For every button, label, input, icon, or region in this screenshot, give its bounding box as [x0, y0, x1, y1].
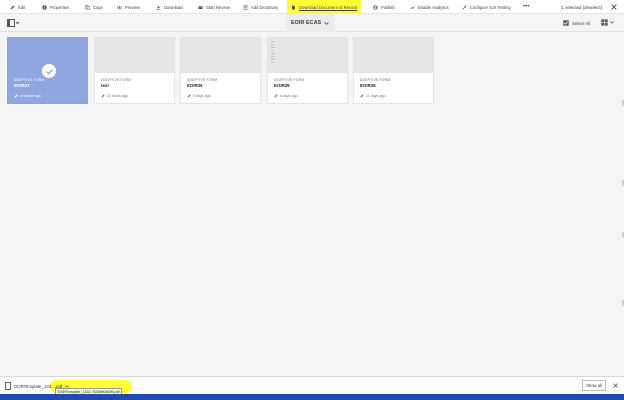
card-modified: 22 hours ago: [101, 94, 168, 98]
card-modified: 5 days ago: [187, 94, 254, 98]
card-modified-time: 22 hours ago: [107, 94, 128, 98]
copy-action-label: Copy: [93, 4, 103, 10]
close-icon: [612, 382, 618, 388]
enable-analytics-action[interactable]: Enable Analytics: [410, 0, 449, 14]
card-title: EOIR28: [360, 83, 376, 88]
publish-action-label: Publish: [381, 4, 395, 10]
publish-action[interactable]: Publish: [373, 0, 395, 14]
card-type: ADAPTIVE FORM: [274, 78, 305, 82]
download-action-label: Download: [164, 4, 183, 10]
card-modified: 11 days ago: [360, 94, 427, 98]
dictionary-icon: [243, 4, 248, 10]
asset-card-test[interactable]: ADAPTIVE FORM test 22 hours ago: [94, 37, 175, 104]
sidebar-toggle-icon: [7, 19, 19, 27]
card-title: EOIR29: [274, 83, 290, 88]
card-modified-time: 5 days ago: [193, 94, 211, 98]
card-title: EOIR26: [187, 83, 203, 88]
view-switcher[interactable]: [601, 19, 614, 26]
card-thumbnail: [181, 38, 260, 73]
card-type: ADAPTIVE FORM: [187, 78, 218, 82]
card-thumbnail: [95, 38, 174, 73]
enable-analytics-action-label: Enable Analytics: [418, 4, 449, 10]
download-action[interactable]: Download: [156, 0, 183, 14]
card-type: ADAPTIVE FORM: [14, 78, 45, 82]
select-all-label: Select All: [572, 20, 591, 26]
page-title: EOIR ECAS: [291, 20, 322, 26]
globe-icon: [373, 4, 378, 10]
download-icon: [156, 5, 161, 10]
folder-title-bar: EOIR ECAS Select All: [0, 14, 624, 32]
pencil-icon: [14, 94, 18, 98]
properties-action[interactable]: Properties: [42, 0, 69, 14]
pencil-icon: [360, 94, 364, 98]
add-dictionary-action[interactable]: Add Dictionary: [243, 0, 278, 14]
asset-card-eoir29[interactable]: ADAPTIVE FORM EOIR29 6 days ago: [267, 37, 348, 104]
asset-card-eoir28[interactable]: ADAPTIVE FORM EOIR28 11 days ago: [353, 37, 434, 104]
more-actions-button[interactable]: •••: [523, 0, 529, 14]
close-icon: [611, 4, 617, 10]
folder-title-button[interactable]: EOIR ECAS: [286, 14, 335, 32]
pencil-icon: [10, 5, 15, 10]
close-selection-button[interactable]: [610, 3, 618, 11]
preview-action-label: Preview: [125, 4, 140, 10]
asset-card-eoir27[interactable]: ADAPTIVE FORM EOIR27 a minute ago: [7, 37, 88, 104]
card-type: ADAPTIVE FORM: [360, 78, 391, 82]
chevron-down-icon: [610, 21, 614, 24]
info-icon: [42, 4, 47, 10]
show-all-downloads-button[interactable]: Show all: [582, 380, 606, 391]
download-document-of-record-action[interactable]: Download Document of Record: [287, 0, 362, 14]
select-all-button[interactable]: Select All: [563, 14, 590, 32]
close-download-shelf-button[interactable]: [612, 382, 618, 388]
document-preview: [271, 41, 275, 63]
edit-action-label: Edit: [18, 4, 26, 10]
forms-manager-window: Edit Properties Copy Preview Download St…: [0, 0, 624, 376]
pencil-icon: [274, 94, 278, 98]
action-toolbar: Edit Properties Copy Preview Download St…: [0, 0, 624, 14]
add-dictionary-action-label: Add Dictionary: [251, 4, 279, 10]
card-thumbnail: [268, 38, 347, 73]
pencil-icon: [187, 94, 191, 98]
chevron-down-icon: [324, 21, 330, 25]
review-icon: [198, 5, 203, 10]
start-review-action-label: Start Review: [206, 4, 230, 10]
select-all-icon: [563, 20, 569, 26]
download-document-of-record-label: Download Document of Record: [299, 4, 358, 10]
configure-iux-testing-action[interactable]: Configure IUX Testing: [462, 0, 511, 14]
card-modified-time: 11 days ago: [366, 94, 386, 98]
configure-iux-testing-action-label: Configure IUX Testing: [470, 4, 511, 10]
card-thumbnail: [354, 38, 433, 73]
rail-toggle-button[interactable]: [7, 19, 19, 27]
wrench-icon: [462, 4, 467, 10]
edit-action[interactable]: Edit: [10, 0, 25, 14]
copy-action[interactable]: Copy: [85, 0, 103, 14]
selection-count[interactable]: 1 selected (deselect): [561, 0, 602, 14]
card-modified: 6 days ago: [274, 94, 341, 98]
taskbar-strip: [0, 394, 624, 400]
card-view-icon: [601, 19, 608, 26]
card-modified: a minute ago: [14, 94, 81, 98]
analytics-icon: [410, 5, 415, 10]
pencil-icon: [101, 94, 105, 98]
card-modified-time: a minute ago: [20, 94, 41, 98]
copy-icon: [85, 4, 90, 10]
card-type: ADAPTIVE FORM: [101, 78, 132, 82]
card-title: EOIR27: [14, 83, 30, 88]
card-title: test: [101, 83, 109, 88]
asset-card-eoir26[interactable]: ADAPTIVE FORM EOIR26 5 days ago: [180, 37, 261, 104]
pdf-file-icon: [5, 382, 11, 390]
card-modified-time: 6 days ago: [280, 94, 298, 98]
eye-icon: [117, 5, 122, 10]
properties-action-label: Properties: [50, 4, 70, 10]
more-icon: •••: [523, 4, 530, 10]
preview-action[interactable]: Preview: [117, 0, 140, 14]
selected-check-icon[interactable]: [42, 64, 56, 78]
document-icon: [291, 5, 296, 10]
start-review-action[interactable]: Start Review: [198, 0, 230, 14]
